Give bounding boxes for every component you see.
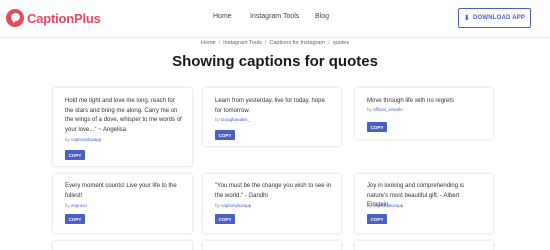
- download-icon: ⬇: [463, 15, 470, 22]
- caption-author: by official_simarle: [367, 107, 403, 112]
- caption-card: "You must be the change you wish to see …: [203, 174, 341, 233]
- copy-button[interactable]: COPY: [65, 150, 85, 160]
- caption-card: [355, 241, 493, 250]
- caption-text: Every moment counts! Live your life to t…: [65, 183, 177, 199]
- nav-home-link[interactable]: Home: [213, 13, 232, 20]
- breadcrumb-instagram-tools[interactable]: Instagram Tools: [223, 40, 262, 46]
- author-link[interactable]: captionplusapp: [71, 137, 101, 142]
- caption-card: Learn from yesterday, live for today, ho…: [203, 88, 341, 146]
- by-label: by: [215, 203, 220, 208]
- caption-author: by zeproxo: [65, 203, 87, 208]
- copy-button[interactable]: COPY: [215, 130, 235, 140]
- by-label: by: [215, 117, 220, 122]
- caption-card: Hold me tight and love me long, reach fo…: [53, 88, 192, 166]
- caption-text: "You must be the change you wish to see …: [215, 183, 331, 199]
- by-label: by: [65, 203, 70, 208]
- breadcrumb-separator: /: [328, 40, 330, 46]
- author-link[interactable]: official_simarle: [373, 107, 403, 112]
- breadcrumb-home[interactable]: Home: [201, 40, 216, 46]
- copy-button[interactable]: COPY: [367, 214, 387, 224]
- caption-author: by captionplusapp: [65, 137, 101, 142]
- caption-card: [203, 241, 341, 250]
- caption-text: Hold me tight and love me long, reach fo…: [65, 98, 182, 133]
- caption-card: Every moment counts! Live your life to t…: [53, 174, 192, 233]
- author-link[interactable]: tzoughanakis_: [221, 117, 250, 122]
- breadcrumb-current: quotes: [332, 40, 350, 46]
- copy-button[interactable]: COPY: [65, 214, 85, 224]
- author-link[interactable]: captionplusapp: [373, 203, 403, 208]
- nav-blog-link[interactable]: Blog: [315, 13, 329, 20]
- caption-author: by captionplusapp: [367, 203, 403, 208]
- by-label: by: [367, 203, 372, 208]
- download-app-label: DOWNLOAD APP: [472, 15, 526, 21]
- author-link[interactable]: captionplusapp: [221, 203, 251, 208]
- top-navbar: CaptionPlus Home Instagram Tools Blog ⬇ …: [0, 0, 550, 38]
- author-link[interactable]: zeproxo: [71, 203, 87, 208]
- copy-button[interactable]: COPY: [367, 122, 387, 132]
- page-title: Showing captions for quotes: [172, 53, 378, 70]
- breadcrumb: Home / Instagram Tools / Captions for Instag…: [0, 40, 550, 46]
- caption-text: Learn from yesterday, live for today, ho…: [215, 98, 325, 114]
- by-label: by: [367, 107, 372, 112]
- copy-button[interactable]: COPY: [215, 214, 235, 224]
- caption-card: Move through life with no regrets by off…: [355, 88, 493, 139]
- caption-card: Joy in looking and comprehending is natu…: [355, 174, 493, 233]
- by-label: by: [65, 137, 70, 142]
- caption-card: [53, 241, 192, 250]
- brand-logo[interactable]: CaptionPlus: [6, 9, 101, 27]
- caption-text: Move through life with no regrets: [367, 98, 455, 104]
- breadcrumb-captions[interactable]: Captions for Instagram: [269, 40, 325, 46]
- nav-instagram-tools-link[interactable]: Instagram Tools: [250, 13, 299, 20]
- brand-name: CaptionPlus: [27, 10, 101, 26]
- breadcrumb-separator: /: [264, 40, 267, 46]
- caption-author: by captionplusapp: [215, 203, 251, 208]
- speech-bubble-icon: [6, 9, 24, 27]
- breadcrumb-separator: /: [218, 40, 221, 46]
- download-app-button[interactable]: ⬇ DOWNLOAD APP: [458, 8, 531, 28]
- caption-author: by tzoughanakis_: [215, 117, 250, 122]
